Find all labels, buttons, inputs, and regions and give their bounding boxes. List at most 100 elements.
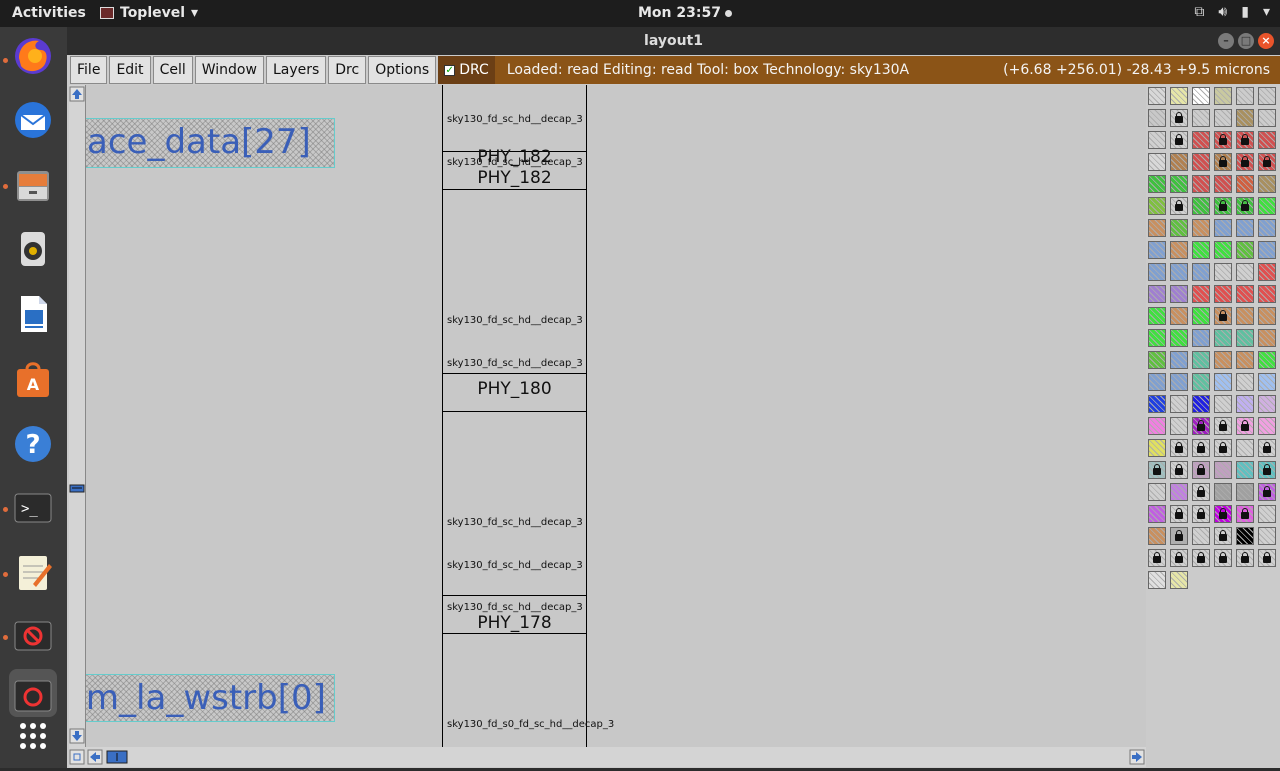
layer-swatch[interactable] <box>1214 505 1232 523</box>
layer-swatch[interactable] <box>1214 175 1232 193</box>
text-editor-icon[interactable] <box>9 548 57 596</box>
show-apps-icon[interactable] <box>9 712 57 760</box>
net-label[interactable]: em_la_wstrb[0] <box>86 674 335 722</box>
layer-swatch[interactable] <box>1170 461 1188 479</box>
layer-swatch[interactable] <box>1214 153 1232 171</box>
layer-swatch[interactable] <box>1148 395 1166 413</box>
layer-swatch[interactable] <box>1192 307 1210 325</box>
layer-swatch[interactable] <box>1258 285 1276 303</box>
layer-swatch[interactable] <box>1236 219 1254 237</box>
layer-swatch[interactable] <box>1170 417 1188 435</box>
layer-swatch[interactable] <box>1148 285 1166 303</box>
layer-swatch[interactable] <box>1214 417 1232 435</box>
layer-swatch[interactable] <box>1258 505 1276 523</box>
layer-swatch[interactable] <box>1148 241 1166 259</box>
layer-swatch[interactable] <box>1214 263 1232 281</box>
layer-swatch[interactable] <box>1236 483 1254 501</box>
drc-toggle[interactable]: ✓ DRC <box>438 56 495 84</box>
layer-swatch[interactable] <box>1148 373 1166 391</box>
layer-swatch[interactable] <box>1170 329 1188 347</box>
layer-swatch[interactable] <box>1170 241 1188 259</box>
layer-swatch[interactable] <box>1148 527 1166 545</box>
layer-swatch[interactable] <box>1214 87 1232 105</box>
layer-swatch[interactable] <box>1214 461 1232 479</box>
horizontal-scrollbar[interactable] <box>69 747 1146 767</box>
layer-swatch[interactable] <box>1258 439 1276 457</box>
terminal-icon[interactable]: >_ <box>9 484 57 532</box>
layer-swatch[interactable] <box>1214 351 1232 369</box>
app-menu[interactable]: Toplevel ▾ <box>100 5 198 21</box>
menu-edit[interactable]: Edit <box>109 56 151 84</box>
layer-swatch[interactable] <box>1258 175 1276 193</box>
layer-swatch[interactable] <box>1192 285 1210 303</box>
layer-swatch[interactable] <box>1148 439 1166 457</box>
layer-swatch[interactable] <box>1170 527 1188 545</box>
layer-swatch[interactable] <box>1170 219 1188 237</box>
layer-swatch[interactable] <box>1236 307 1254 325</box>
layer-swatch[interactable] <box>1214 307 1232 325</box>
layer-swatch[interactable] <box>1192 175 1210 193</box>
layer-swatch[interactable] <box>1214 527 1232 545</box>
layer-swatch[interactable] <box>1258 417 1276 435</box>
layer-swatch[interactable] <box>1258 109 1276 127</box>
layer-swatch[interactable] <box>1258 527 1276 545</box>
layer-swatch[interactable] <box>1214 109 1232 127</box>
layer-swatch[interactable] <box>1258 153 1276 171</box>
layer-swatch[interactable] <box>1236 329 1254 347</box>
layer-swatch[interactable] <box>1148 87 1166 105</box>
menu-options[interactable]: Options <box>368 56 437 84</box>
layer-swatch[interactable] <box>1192 461 1210 479</box>
layer-swatch[interactable] <box>1148 219 1166 237</box>
cell-column[interactable]: sky130_fd_sc_hd__decap_3 PHY_182 sky130_… <box>442 85 614 747</box>
layer-swatch[interactable] <box>1236 439 1254 457</box>
layer-swatch[interactable] <box>1170 285 1188 303</box>
menu-file[interactable]: File <box>70 56 108 84</box>
layer-swatch[interactable] <box>1236 373 1254 391</box>
clock[interactable]: Mon 23:57 <box>638 5 732 21</box>
layer-swatch[interactable] <box>1170 153 1188 171</box>
layer-swatch[interactable] <box>1192 439 1210 457</box>
menu-drc[interactable]: Drc <box>328 56 367 84</box>
layer-swatch[interactable] <box>1170 263 1188 281</box>
layer-swatch[interactable] <box>1170 549 1188 567</box>
layer-swatch[interactable] <box>1258 241 1276 259</box>
layer-swatch[interactable] <box>1258 351 1276 369</box>
checkbox-checked-icon[interactable]: ✓ <box>444 64 456 76</box>
layer-swatch[interactable] <box>1258 307 1276 325</box>
layer-swatch[interactable] <box>1192 505 1210 523</box>
layer-palette[interactable] <box>1146 85 1280 768</box>
layer-swatch[interactable] <box>1148 197 1166 215</box>
layer-swatch[interactable] <box>1148 131 1166 149</box>
layer-swatch[interactable] <box>1148 351 1166 369</box>
layer-swatch[interactable] <box>1214 329 1232 347</box>
layer-swatch[interactable] <box>1170 175 1188 193</box>
layer-swatch[interactable] <box>1236 131 1254 149</box>
layer-swatch[interactable] <box>1170 351 1188 369</box>
layer-swatch[interactable] <box>1170 197 1188 215</box>
layer-swatch[interactable] <box>1192 549 1210 567</box>
layer-swatch[interactable] <box>1170 373 1188 391</box>
layer-swatch[interactable] <box>1148 549 1166 567</box>
maximize-icon[interactable]: □ <box>1238 33 1254 49</box>
window-titlebar[interactable]: layout1 – □ × <box>67 27 1280 55</box>
app-icon[interactable] <box>9 669 57 717</box>
layer-swatch[interactable] <box>1236 351 1254 369</box>
layer-swatch[interactable] <box>1148 483 1166 501</box>
chevron-down-icon[interactable]: ▾ <box>1263 4 1270 20</box>
layer-swatch[interactable] <box>1192 351 1210 369</box>
layer-swatch[interactable] <box>1258 483 1276 501</box>
layer-swatch[interactable] <box>1148 153 1166 171</box>
layer-swatch[interactable] <box>1214 131 1232 149</box>
layer-swatch[interactable] <box>1148 109 1166 127</box>
layer-swatch[interactable] <box>1170 395 1188 413</box>
layer-swatch[interactable] <box>1214 395 1232 413</box>
layer-swatch[interactable] <box>1258 131 1276 149</box>
files-icon[interactable] <box>9 161 57 209</box>
software-icon[interactable]: A <box>9 355 57 403</box>
net-label[interactable]: ace_data[27] <box>86 118 335 168</box>
menu-window[interactable]: Window <box>194 56 264 84</box>
layer-swatch[interactable] <box>1258 197 1276 215</box>
layer-swatch[interactable] <box>1192 109 1210 127</box>
layer-swatch[interactable] <box>1170 131 1188 149</box>
close-icon[interactable]: × <box>1258 33 1274 49</box>
